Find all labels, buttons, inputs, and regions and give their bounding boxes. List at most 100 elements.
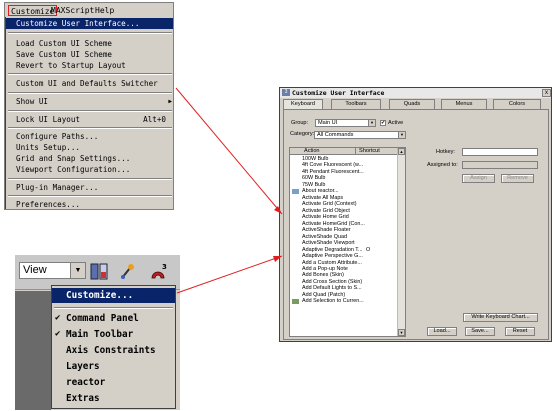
menu-item-grid-snap-settings[interactable]: Grid and Snap Settings... [6, 153, 173, 164]
context-item-axis-constraints[interactable]: Axis Constraints [52, 343, 175, 358]
assign-button[interactable]: Assign [462, 174, 495, 183]
action-row-label: Activate Grid Object [302, 207, 350, 214]
chevron-down-icon[interactable]: ▼ [70, 263, 85, 278]
context-item-extras[interactable]: Extras [52, 391, 175, 406]
customize-dropdown: Customize User Interface... Load Custom … [5, 17, 173, 209]
tab-keyboard[interactable]: Keyboard [283, 99, 323, 109]
group-combo[interactable]: Main UI ▼ [315, 119, 376, 127]
action-row-label: 4ft Pendant Fluorescent... [302, 168, 364, 175]
context-item-label: Command Panel [66, 313, 139, 324]
context-item-label: Main Toolbar [66, 329, 134, 340]
remove-button[interactable]: Remove [501, 174, 534, 183]
action-row-label: Add a Custom Attribute... [302, 259, 362, 266]
callout-arrow-context [176, 255, 283, 294]
close-icon[interactable]: x [542, 89, 551, 97]
menu-item-show-ui[interactable]: Show UI ▶ [6, 96, 173, 107]
column-header-action[interactable]: Action [290, 148, 356, 155]
menu-item-load-custom-ui-scheme[interactable]: Load Custom UI Scheme [6, 38, 173, 49]
context-item-customize[interactable]: Customize... [52, 288, 175, 303]
menu-item-custom-ui-defaults-switcher[interactable]: Custom UI and Defaults Switcher [6, 78, 173, 89]
assigned-to-field [462, 161, 538, 169]
action-list-scrollbar[interactable]: ▲ ▼ [397, 148, 405, 336]
menubar-help[interactable]: Help [95, 5, 114, 16]
customize-menu-screenshot: Customize MAXScript Help Customize User … [4, 2, 174, 210]
menu-item-configure-paths[interactable]: Configure Paths... [6, 131, 173, 142]
context-item-layers[interactable]: Layers [52, 359, 175, 374]
action-row-label: About reactor... [302, 188, 339, 195]
menu-item-shortcut: Alt+0 [143, 115, 166, 124]
menu-item-revert-to-startup-layout[interactable]: Revert to Startup Layout [6, 60, 173, 71]
scroll-down-icon[interactable]: ▼ [398, 329, 405, 336]
action-row-label: Add Default Lights to S... [302, 285, 362, 292]
menu-item-label: Lock UI Layout [16, 115, 81, 124]
menu-item-viewport-configuration[interactable]: Viewport Configuration... [6, 164, 173, 175]
menu-item-units-setup[interactable]: Units Setup... [6, 142, 173, 153]
tab-quads[interactable]: Quads [389, 99, 435, 109]
category-combo-value: All Commands [317, 132, 354, 138]
context-item-label: Customize... [66, 290, 134, 301]
tab-menus[interactable]: Menus [441, 99, 487, 109]
chevron-down-icon[interactable]: ▼ [398, 132, 405, 138]
action-row-label: 4ft Cove Fluorescent (w... [302, 162, 364, 169]
menu-item-lock-ui-layout[interactable]: Lock UI Layout Alt+0 [6, 114, 173, 125]
menu-separator [8, 178, 172, 180]
action-row-label: 100W Bulb [302, 156, 329, 162]
action-row-label: 60W Bulb [302, 175, 326, 182]
scroll-up-icon[interactable]: ▲ [398, 148, 405, 155]
menu-separator [8, 92, 172, 94]
tab-colors[interactable]: Colors [493, 99, 541, 109]
toolbar-context-screenshot: View ▼ 3 Customize... ✔ Command Panel ✔ Ma… [15, 255, 180, 410]
action-row-label: Adaptive Degradation T... [302, 246, 363, 253]
action-row-shortcut: O [366, 246, 371, 253]
action-rows: 100W Bulb 4ft Cove Fluorescent (w... 4ft P… [290, 156, 398, 305]
menu-item-plugin-manager[interactable]: Plug-in Manager... [6, 182, 173, 193]
load-button[interactable]: Load... [427, 327, 457, 336]
group-label: Group: [291, 120, 309, 126]
menu-item-label: Preferences... [16, 200, 81, 209]
column-header-shortcut[interactable]: Shortcut [356, 148, 398, 155]
chevron-down-icon[interactable]: ▼ [368, 120, 375, 126]
action-row-label: Add a Pop-up Note [302, 265, 348, 272]
menu-item-customize-user-interface[interactable]: Customize User Interface... [6, 18, 173, 29]
svg-text:3: 3 [162, 263, 167, 271]
view-combo[interactable]: View ▼ [19, 262, 86, 279]
action-row-label: 75W Bulb [302, 181, 326, 188]
menubar-maxscript[interactable]: MAXScript [51, 5, 94, 16]
action-row-label: Activate All Maps [302, 194, 344, 201]
grid-background [15, 291, 51, 410]
menubar-customize[interactable]: Customize [8, 5, 58, 16]
category-combo[interactable]: All Commands ▼ [314, 131, 406, 139]
write-keyboard-chart-button[interactable]: Write Keyboard Chart... [463, 313, 538, 322]
save-button[interactable]: Save... [465, 327, 495, 336]
context-item-command-panel[interactable]: ✔ Command Panel [52, 311, 175, 326]
menu-item-save-custom-ui-scheme[interactable]: Save Custom UI Scheme [6, 49, 173, 60]
active-checkbox[interactable]: ✔ [380, 120, 386, 126]
menu-separator [54, 307, 173, 309]
hotkey-label: Hotkey: [436, 149, 455, 155]
menu-item-preferences[interactable]: Preferences... [6, 199, 173, 209]
submenu-arrow-icon: ▶ [168, 98, 172, 105]
action-row[interactable]: Add Selection to Curren... [290, 298, 398, 305]
magnet-snap-icon[interactable]: 3 [148, 262, 168, 282]
menu-item-label: Save Custom UI Scheme [16, 50, 113, 59]
toolbar-context-menu: Customize... ✔ Command Panel ✔ Main Toolba… [51, 285, 176, 409]
context-item-reactor[interactable]: reactor [52, 375, 175, 390]
action-row-label: ActiveShade Floater [302, 227, 351, 234]
hotkey-input[interactable] [462, 148, 538, 156]
menu-item-label: Custom UI and Defaults Switcher [16, 79, 158, 88]
context-item-label: Layers [66, 361, 100, 372]
menu-item-label: Grid and Snap Settings... [16, 154, 131, 163]
keyboard-tab-panel: Group: Main UI ▼ ✔ Active Category: All … [283, 109, 549, 340]
menu-item-label: Show UI [16, 97, 49, 106]
action-row-label: Add Bones (Skin) [302, 272, 344, 279]
action-list[interactable]: Action Shortcut 100W Bulb 4ft Cove Fluore… [289, 147, 406, 337]
tab-toolbars[interactable]: Toolbars [331, 99, 381, 109]
menu-item-label: Plug-in Manager... [16, 183, 99, 192]
reset-button[interactable]: Reset [505, 327, 535, 336]
context-item-main-toolbar[interactable]: ✔ Main Toolbar [52, 327, 175, 342]
menu-separator [8, 195, 172, 197]
customize-user-interface-dialog: 3 Customize User Interface x Keyboard To… [279, 87, 552, 342]
pivot-tool-icon[interactable] [118, 262, 138, 282]
viewport-layout-icon[interactable] [89, 262, 109, 282]
dialog-titlebar[interactable]: 3 Customize User Interface x [280, 88, 551, 98]
